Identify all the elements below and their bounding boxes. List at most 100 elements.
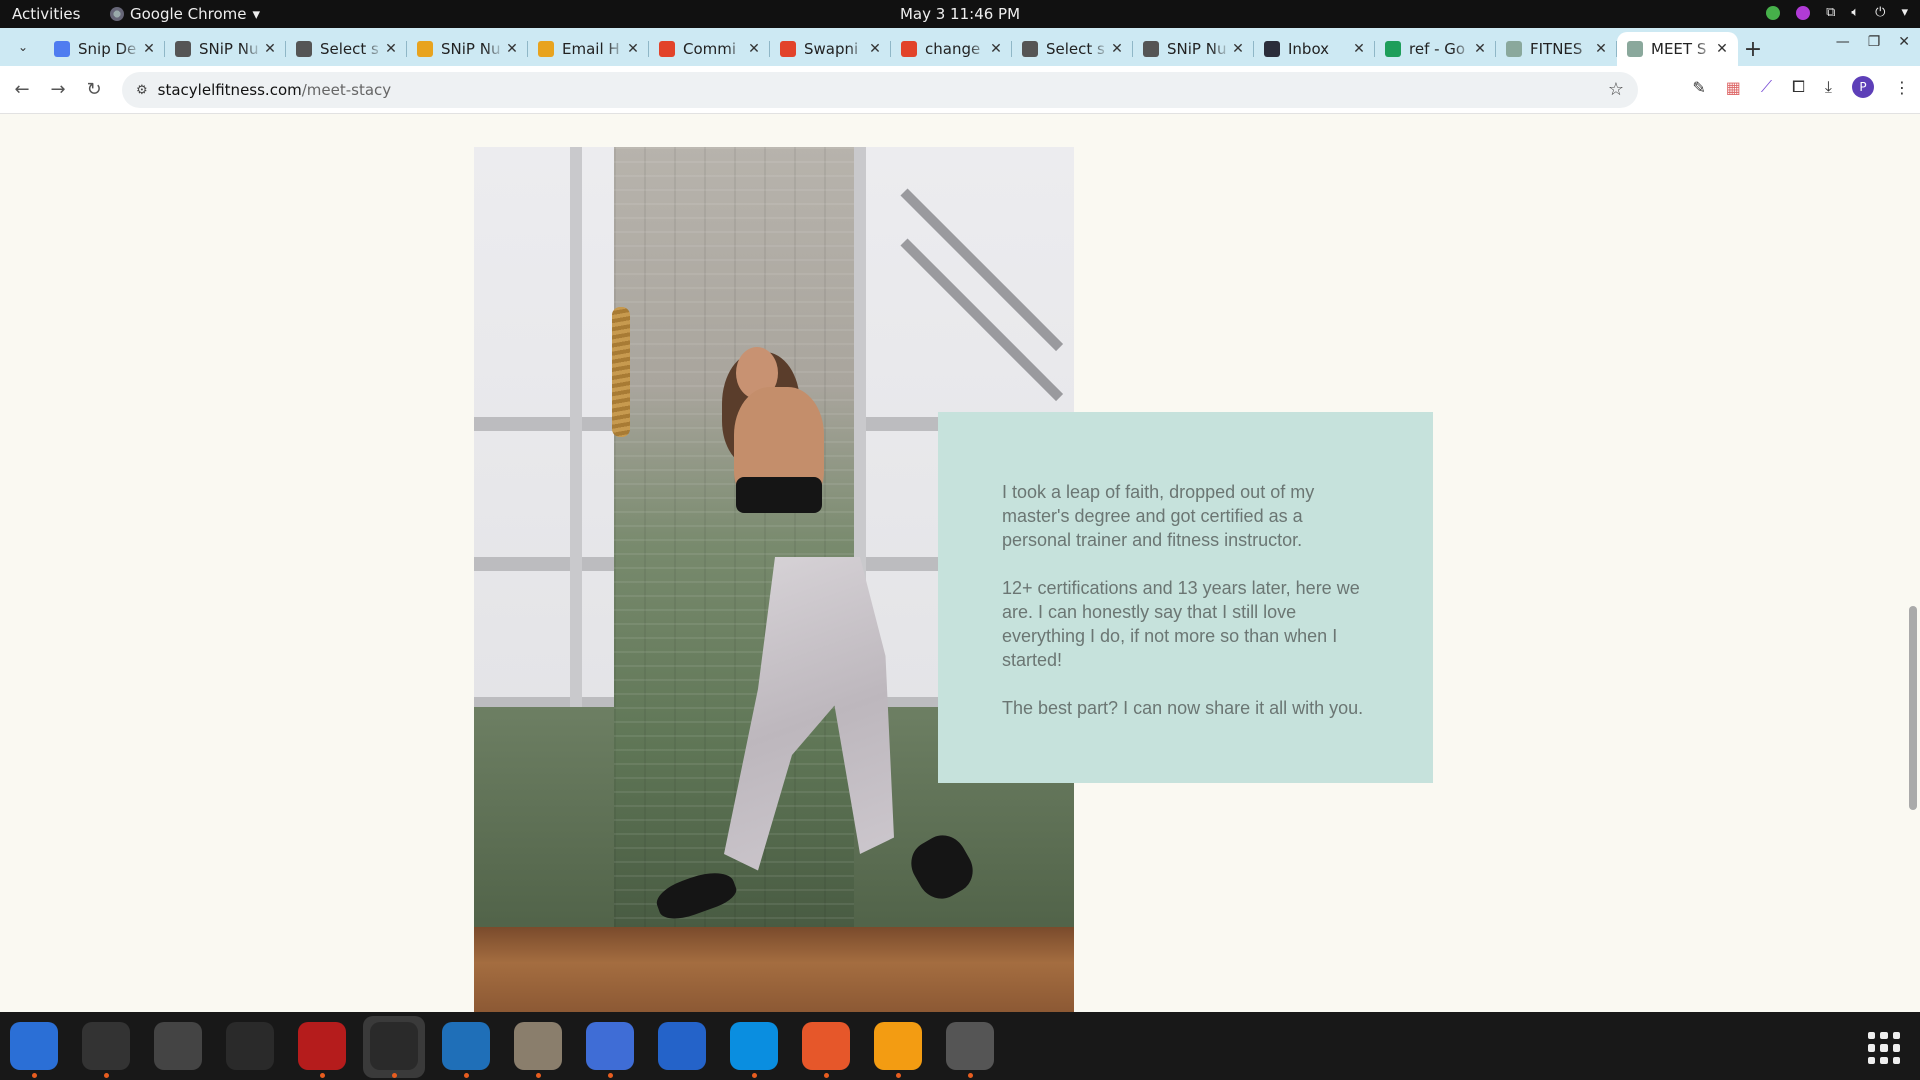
browser-tab[interactable]: MEET S ✕ [1617,32,1738,66]
files-icon[interactable] [514,1022,562,1078]
snip-icon [175,41,191,57]
power-icon[interactable]: ⏻ [1875,5,1885,20]
tab-close-icon[interactable]: ✕ [1714,41,1730,57]
vscode-icon[interactable] [442,1022,490,1078]
minimize-icon[interactable]: — [1836,34,1850,50]
tray-caret-icon[interactable]: ▾ [1901,5,1908,20]
running-indicator [320,1073,325,1078]
tab-close-icon[interactable]: ✕ [1593,41,1609,57]
clock[interactable]: May 3 11:46 PM [900,5,1020,23]
site-icon [1627,41,1643,57]
filezilla-icon[interactable] [298,1022,346,1078]
eyedropper-extension-icon[interactable]: ✎ [1692,78,1705,97]
activities-button[interactable]: Activities [12,5,80,23]
browser-tab[interactable]: Commi ✕ [649,32,770,66]
browser-tab[interactable]: FITNES ✕ [1496,32,1617,66]
new-tab-button[interactable]: + [1738,32,1768,66]
system-monitor-icon[interactable] [226,1022,274,1070]
globe-icon [296,41,312,57]
reload-button[interactable]: ↻ [76,72,112,108]
tab-title: Inbox [1288,40,1330,58]
tab-close-icon[interactable]: ✕ [1230,41,1246,57]
address-bar[interactable]: ⚙ stacylelfitness.com/meet-stacy ☆ [122,72,1638,108]
tab-title: change [925,40,981,58]
tab-title: Snip De [78,40,137,58]
back-button[interactable]: ← [4,72,40,108]
tab-close-icon[interactable]: ✕ [504,41,520,57]
skype-icon[interactable] [730,1022,778,1078]
tab-close-icon[interactable]: ✕ [262,41,278,57]
browser-tab[interactable]: Snip De ✕ [44,32,165,66]
browser-tab[interactable]: SNiP Nu ✕ [407,32,528,66]
inkscape-pen-icon[interactable] [802,1022,850,1078]
web-page: I took a leap of faith, dropped out of m… [0,114,1906,1012]
scrollbar-thumb[interactable] [1909,606,1917,810]
disc-icon[interactable] [946,1022,994,1078]
kebab-menu-icon[interactable]: ⋮ [1894,78,1910,97]
browser-tab[interactable]: SNiP Nu ✕ [1133,32,1254,66]
calendar-extension-icon[interactable]: ▦ [1726,78,1741,97]
tab-close-icon[interactable]: ✕ [383,41,399,57]
site-info-icon[interactable]: ⚙ [136,83,148,98]
tab-title: Swapni [804,40,859,58]
app-menu-label: Google Chrome [130,5,247,23]
arrow-left-icon: ← [14,79,30,100]
calculator-icon[interactable] [154,1022,202,1070]
thunderbird-icon[interactable] [10,1022,58,1078]
profile-avatar[interactable]: P [1852,76,1874,98]
running-indicator [464,1073,469,1078]
gitlab-icon [780,41,796,57]
network-icon[interactable]: ⧉ [1826,5,1835,20]
tab-close-icon[interactable]: ✕ [988,41,1004,57]
caret-down-icon: ▾ [252,5,261,23]
chrome-icon[interactable] [370,1022,418,1078]
tab-close-icon[interactable]: ✕ [1472,41,1488,57]
tab-close-icon[interactable]: ✕ [867,41,883,57]
running-indicator [608,1073,613,1078]
tab-title: ref - Go [1409,40,1466,58]
close-window-icon[interactable]: ✕ [1898,34,1910,50]
browser-toolbar: ← → ↻ ⚙ stacylelfitness.com/meet-stacy ☆… [0,66,1920,114]
forward-button[interactable]: → [40,72,76,108]
tab-close-icon[interactable]: ✕ [1351,41,1367,57]
tab-title: Select s [320,40,379,58]
libreoffice-writer-icon[interactable] [658,1022,706,1070]
snip-icon [1143,41,1159,57]
browser-tab[interactable]: Inbox ✕ [1254,32,1375,66]
extension-status-icon[interactable] [1796,5,1811,20]
grid-dot [1868,1056,1876,1064]
tab-close-icon[interactable]: ✕ [746,41,762,57]
text-editor-icon[interactable] [586,1022,634,1078]
terminal-icon[interactable] [82,1022,130,1078]
shield-status-icon[interactable] [1766,5,1781,20]
tab-title: FITNES [1530,40,1583,58]
tab-close-icon[interactable]: ✕ [141,41,157,57]
chevron-down-icon: ⌄ [17,40,29,54]
app-menu[interactable]: Google Chrome ▾ [110,5,260,23]
show-apps-grid-icon[interactable] [1868,1032,1900,1064]
page-scrollbar[interactable] [1906,114,1920,1012]
tab-close-icon[interactable]: ✕ [1109,41,1125,57]
blaze-icon[interactable] [874,1022,922,1078]
browser-tab[interactable]: change ✕ [891,32,1012,66]
arrow-right-icon: → [50,79,66,100]
bookmark-star-icon[interactable]: ☆ [1608,79,1624,100]
browser-tab[interactable]: Email H ✕ [528,32,649,66]
tab-close-icon[interactable]: ✕ [625,41,641,57]
browser-tab[interactable]: Swapni ✕ [770,32,891,66]
tab-search-button[interactable]: ⌄ [10,34,36,60]
grid-dot [1868,1032,1876,1040]
browser-tab[interactable]: Select s ✕ [1012,32,1133,66]
gitlab-icon [901,41,917,57]
grid-dot [1892,1056,1900,1064]
download-icon[interactable]: ⤓ [1825,77,1832,97]
browser-tab[interactable]: SNiP Nu ✕ [165,32,286,66]
browser-tab[interactable]: Select s ✕ [286,32,407,66]
volume-icon[interactable]: 🔈︎ [1851,5,1859,20]
restore-icon[interactable]: ❐ [1868,34,1881,50]
system-tray[interactable]: ⧉ 🔈︎ ⏻ ▾ [1766,5,1908,20]
chrome-icon [417,41,433,57]
pen-extension-icon[interactable]: ⟋ [1761,77,1772,97]
extensions-puzzle-icon[interactable]: ⧠ [1792,77,1805,97]
browser-tab[interactable]: ref - Go ✕ [1375,32,1496,66]
